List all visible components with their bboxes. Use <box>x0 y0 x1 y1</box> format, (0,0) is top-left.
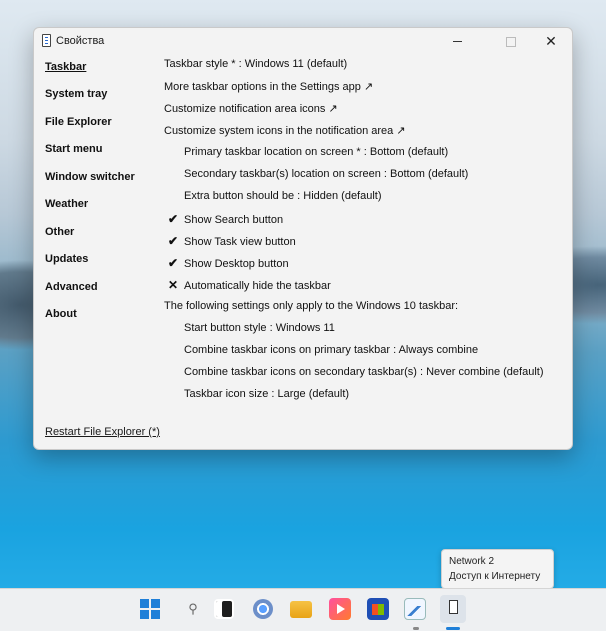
network-tooltip: Network 2 Доступ к Интернету <box>441 549 554 589</box>
link-system-icons[interactable]: Customize system icons in the notificati… <box>164 124 406 137</box>
search-icon[interactable]: ⚲ <box>182 598 204 620</box>
setting-secondary-location[interactable]: Secondary taskbar(s) location on screen … <box>184 168 468 180</box>
sidebar-item-updates[interactable]: Updates <box>45 253 88 265</box>
window-title: Свойства <box>56 35 105 47</box>
cross-icon: ✕ <box>167 278 179 292</box>
chrome-icon[interactable] <box>253 599 273 619</box>
checkmark-icon: ✔ <box>167 234 179 248</box>
start-icon[interactable] <box>140 599 160 619</box>
link-settings-app[interactable]: More taskbar options in the Settings app… <box>164 80 373 93</box>
maximize-icon <box>506 36 516 47</box>
restart-explorer-link[interactable]: Restart File Explorer (*) <box>45 426 160 438</box>
checkmark-icon: ✔ <box>167 256 179 270</box>
sidebar-item-system-tray[interactable]: System tray <box>45 88 107 100</box>
sidebar-item-about[interactable]: About <box>45 308 77 320</box>
sidebar-item-window-switcher[interactable]: Window switcher <box>45 171 135 183</box>
sidebar-item-other[interactable]: Other <box>45 226 74 238</box>
minimize-button[interactable] <box>434 28 480 56</box>
section-note-windows10: The following settings only apply to the… <box>164 300 459 312</box>
toggle-label: Show Task view button <box>184 236 296 248</box>
sidebar-item-start-menu[interactable]: Start menu <box>45 143 102 155</box>
sidebar-item-weather[interactable]: Weather <box>45 198 88 210</box>
task-view-icon[interactable] <box>214 599 234 619</box>
setting-taskbar-style[interactable]: Taskbar style * : Windows 11 (default) <box>164 58 347 70</box>
file-explorer-icon[interactable] <box>290 601 312 618</box>
resource-monitor-icon[interactable] <box>404 598 426 620</box>
properties-app-icon[interactable] <box>440 595 466 623</box>
sidebar-item-advanced[interactable]: Advanced <box>45 281 98 293</box>
link-notification-icons[interactable]: Customize notification area icons ↗ <box>164 102 338 115</box>
toggle-show-desktop[interactable]: ✔ Show Desktop button <box>168 256 289 270</box>
store-icon[interactable] <box>367 598 389 620</box>
sidebar-item-file-explorer[interactable]: File Explorer <box>45 116 112 128</box>
toggle-show-search[interactable]: ✔ Show Search button <box>168 212 284 226</box>
media-player-icon[interactable] <box>329 598 351 620</box>
tooltip-network-status: Доступ к Интернету <box>449 571 541 582</box>
sidebar-item-taskbar[interactable]: Taskbar <box>45 61 86 73</box>
setting-start-button-style[interactable]: Start button style : Windows 11 <box>184 322 335 334</box>
setting-extra-button[interactable]: Extra button should be : Hidden (default… <box>184 190 382 202</box>
toggle-label: Automatically hide the taskbar <box>184 280 331 292</box>
setting-icon-size[interactable]: Taskbar icon size : Large (default) <box>184 388 349 400</box>
toggle-autohide-taskbar[interactable]: ✕ Automatically hide the taskbar <box>168 278 331 292</box>
close-icon: ✕ <box>545 33 557 49</box>
minimize-icon <box>452 41 462 43</box>
toggle-show-task-view[interactable]: ✔ Show Task view button <box>168 234 296 248</box>
close-button[interactable]: ✕ <box>528 28 574 56</box>
setting-combine-secondary[interactable]: Combine taskbar icons on secondary taskb… <box>184 366 544 378</box>
tooltip-network-name: Network 2 <box>449 556 495 567</box>
title-bar[interactable]: Свойства ✕ <box>34 28 572 56</box>
app-icon <box>42 34 51 47</box>
setting-primary-location[interactable]: Primary taskbar location on screen * : B… <box>184 146 448 158</box>
taskbar: ⚲ <box>0 588 606 631</box>
toggle-label: Show Search button <box>184 214 284 226</box>
checkmark-icon: ✔ <box>167 212 179 226</box>
setting-combine-primary[interactable]: Combine taskbar icons on primary taskbar… <box>184 344 478 356</box>
toggle-label: Show Desktop button <box>184 258 289 270</box>
properties-window: Свойства ✕ Taskbar System tray File Expl… <box>33 27 573 450</box>
